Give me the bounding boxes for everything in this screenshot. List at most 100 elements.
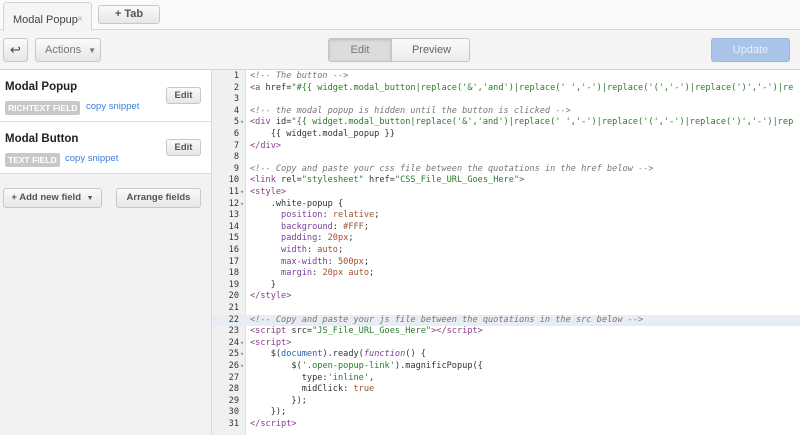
copy-snippet-link[interactable]: copy snippet bbox=[65, 153, 118, 164]
code-line[interactable]: 12 ▾ .white-popup { bbox=[212, 199, 800, 211]
code-token: .white-popup { bbox=[250, 198, 344, 209]
code-line[interactable]: 13 position: relative; bbox=[212, 210, 800, 222]
code-text: .white-popup { bbox=[250, 199, 800, 211]
line-number: 26 bbox=[228, 361, 239, 371]
code-line[interactable]: 14 background: #FFF; bbox=[212, 222, 800, 234]
code-token: function bbox=[363, 349, 406, 360]
line-number: 4 bbox=[233, 105, 239, 116]
code-text: }); bbox=[250, 407, 800, 419]
code-token: background bbox=[281, 221, 333, 232]
code-line[interactable]: 22 <!-- Copy and paste your js file betwe… bbox=[212, 314, 800, 327]
fold-arrow-icon[interactable]: ▾ bbox=[240, 361, 244, 373]
code-line[interactable]: 18 margin: 20px auto; bbox=[212, 268, 800, 280]
code-token: "CSS_File_URL_Goes_Here" bbox=[394, 175, 520, 186]
line-number: 10 bbox=[228, 175, 239, 186]
code-token: 500px bbox=[337, 256, 364, 267]
code-token: <!-- the modal popup is hidden until the… bbox=[250, 105, 571, 116]
code-text: <!-- Copy and paste your js file between… bbox=[250, 315, 800, 327]
code-text: } bbox=[250, 280, 800, 292]
line-number: 21 bbox=[228, 303, 239, 313]
copy-snippet-link[interactable]: copy snippet bbox=[86, 101, 139, 112]
code-line[interactable]: 2 <a href="#{{ widget.modal_button|replac… bbox=[212, 83, 800, 95]
code-line[interactable]: 26 ▾ $('.open-popup-link').magnificPopup(… bbox=[212, 361, 800, 373]
code-line[interactable]: 5 ▾ <div id="{{ widget.modal_button|replac… bbox=[212, 117, 800, 129]
code-token: id= bbox=[275, 117, 292, 128]
field-card: Modal Button TEXT FIELD copy snippet Edi… bbox=[0, 122, 211, 174]
code-token: ; bbox=[374, 210, 380, 221]
update-button[interactable]: Update bbox=[711, 38, 790, 62]
close-icon[interactable]: × bbox=[77, 14, 83, 25]
line-number: 23 bbox=[228, 326, 239, 337]
code-token: auto bbox=[317, 245, 338, 255]
code-line[interactable]: 16 width: auto; bbox=[212, 245, 800, 257]
field-type-badge: RICHTEXT FIELD bbox=[5, 101, 81, 115]
code-token: #FFF bbox=[343, 221, 364, 232]
back-arrow-icon[interactable]: ↩ bbox=[3, 38, 28, 62]
line-number: 9 bbox=[233, 163, 239, 174]
actions-dropdown[interactable]: Actions ▼ bbox=[35, 38, 101, 62]
code-token: <link bbox=[250, 175, 282, 186]
code-token: ).ready( bbox=[322, 349, 364, 360]
code-text: <!-- Copy and paste your css file betwee… bbox=[250, 164, 800, 176]
fold-arrow-icon[interactable]: ▾ bbox=[240, 199, 244, 211]
code-line[interactable]: 4 <!-- the modal popup is hidden until th… bbox=[212, 106, 800, 118]
code-text: width: auto; bbox=[250, 245, 800, 257]
edit-field-button[interactable]: Edit bbox=[166, 139, 201, 156]
code-editor[interactable]: 1 <!-- The button --> 2 <a href="#{{ widget… bbox=[212, 70, 800, 435]
code-text: background: #FFF; bbox=[250, 222, 800, 234]
line-number: 20 bbox=[228, 291, 239, 302]
line-number: 15 bbox=[228, 233, 239, 244]
code-text: {{ widget.modal_popup }} bbox=[250, 129, 800, 141]
preview-tab[interactable]: Preview bbox=[391, 39, 469, 61]
code-line[interactable]: 17 max-width: 500px; bbox=[212, 257, 800, 269]
code-text: <!-- the modal popup is hidden until the… bbox=[250, 106, 800, 118]
code-line[interactable]: 10 <link rel="stylesheet" href="CSS_File_… bbox=[212, 175, 800, 187]
code-token: "{{ widget.modal_button|replace('&','and… bbox=[291, 117, 794, 128]
code-line[interactable]: 8 bbox=[212, 152, 800, 164]
code-line[interactable]: 9 <!-- Copy and paste your css file betwe… bbox=[212, 164, 800, 176]
code-text: $(document).ready(function() { bbox=[250, 349, 800, 361]
code-line[interactable]: 31 </script> bbox=[212, 419, 800, 431]
code-text: max-width: 500px; bbox=[250, 257, 800, 269]
arrange-fields-button[interactable]: Arrange fields bbox=[116, 188, 201, 208]
code-line[interactable]: 28 midClick: true bbox=[212, 384, 800, 396]
line-number: 24 bbox=[228, 337, 239, 348]
code-text: </style> bbox=[250, 291, 800, 303]
code-line[interactable]: 27 type:'inline', bbox=[212, 373, 800, 385]
edit-field-button[interactable]: Edit bbox=[166, 87, 201, 104]
add-new-field-button[interactable]: + Add new field ▼ bbox=[3, 188, 102, 208]
code-line[interactable]: 21 bbox=[212, 303, 800, 315]
tab-label: Modal Popup bbox=[13, 14, 78, 26]
tab-modal-popup[interactable]: Modal Popup × bbox=[3, 2, 92, 31]
code-line[interactable]: 20 </style> bbox=[212, 291, 800, 303]
fold-arrow-icon[interactable]: ▾ bbox=[240, 117, 244, 129]
code-token: href= bbox=[265, 82, 292, 93]
fold-arrow-icon[interactable]: ▾ bbox=[240, 349, 244, 361]
code-line[interactable]: 25 ▾ $(document).ready(function() { bbox=[212, 349, 800, 361]
code-line[interactable]: 19 } bbox=[212, 280, 800, 292]
code-line[interactable]: 6 {{ widget.modal_popup }} bbox=[212, 129, 800, 141]
code-text: <link rel="stylesheet" href="CSS_File_UR… bbox=[250, 175, 800, 187]
code-token: width bbox=[281, 245, 307, 255]
edit-tab[interactable]: Edit bbox=[329, 39, 391, 61]
code-line[interactable]: 23 <script src="JS_File_URL_Goes_Here"></… bbox=[212, 326, 800, 338]
code-line[interactable]: 15 padding: 20px; bbox=[212, 233, 800, 245]
field-title: Modal Button bbox=[5, 133, 79, 145]
code-line[interactable]: 7 </div> bbox=[212, 141, 800, 153]
code-line[interactable]: 24 ▾ <script> bbox=[212, 338, 800, 350]
code-line[interactable]: 1 <!-- The button --> bbox=[212, 71, 800, 83]
line-number: 8 bbox=[233, 152, 239, 163]
code-token: : bbox=[317, 233, 328, 244]
code-line[interactable]: 29 }); bbox=[212, 396, 800, 408]
code-line[interactable]: 11 ▾ <style> bbox=[212, 187, 800, 199]
line-number: 29 bbox=[228, 395, 239, 406]
fold-arrow-icon[interactable]: ▾ bbox=[240, 187, 244, 199]
fold-arrow-icon[interactable]: ▾ bbox=[240, 338, 244, 350]
add-tab-button[interactable]: + Tab bbox=[98, 5, 160, 24]
field-type-badge: TEXT FIELD bbox=[5, 153, 60, 167]
line-number: 18 bbox=[228, 268, 239, 279]
code-line[interactable]: 3 bbox=[212, 94, 800, 106]
code-line[interactable]: 30 }); bbox=[212, 407, 800, 419]
